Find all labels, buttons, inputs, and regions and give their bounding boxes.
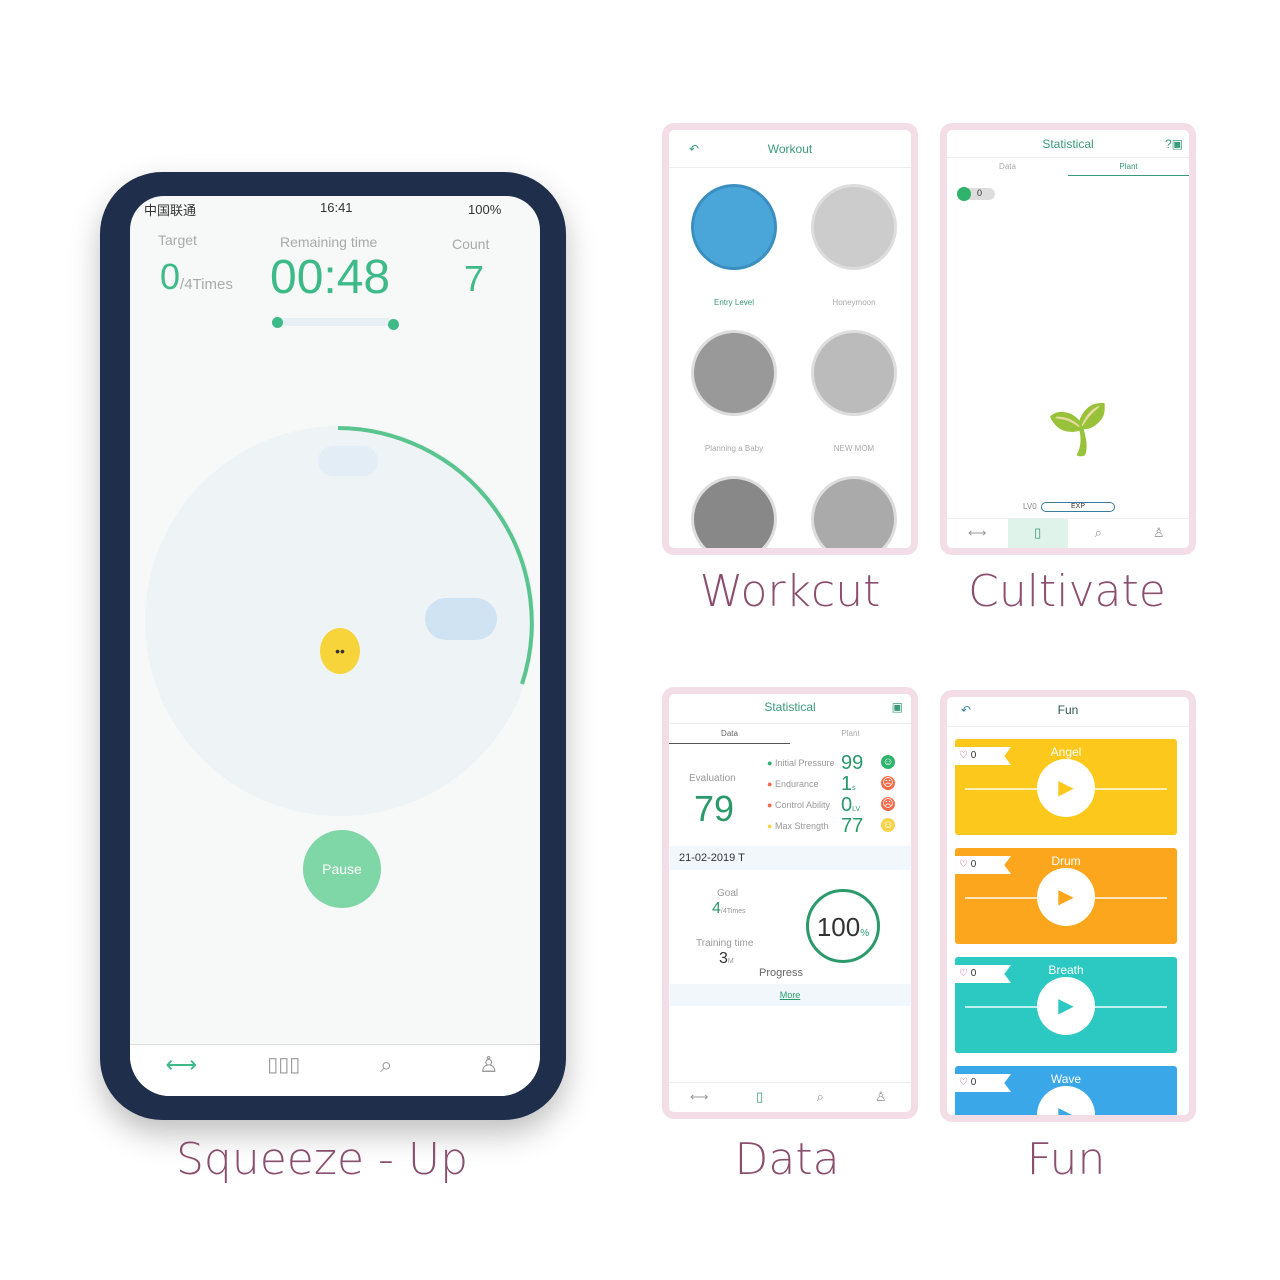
fun-item-angel[interactable]: Angel ♡ 0 ▶	[955, 739, 1177, 835]
avatar[interactable]	[691, 476, 777, 548]
training-label: Training time	[696, 938, 754, 949]
bullet-icon: ●	[767, 800, 773, 810]
heart-icon: ♡	[959, 750, 968, 761]
item-label: NEW MOM	[833, 444, 875, 453]
item-label: Honeymoon	[832, 298, 876, 307]
neutral-face-icon: ☺	[881, 818, 895, 832]
cultivate-screen: Statistical ?▣ Data Plant 0 🌱 LV0 EXP ⟷ ▯ ⌕…	[940, 123, 1196, 555]
toggle-knob	[957, 187, 971, 201]
heart-icon: ♡	[959, 859, 968, 870]
user-icon[interactable]: ♙	[851, 1083, 912, 1112]
bottom-nav: ⟷ ▯ ⌕ ♙	[947, 518, 1189, 548]
item-label: Entry Level	[713, 298, 755, 307]
search-icon[interactable]: ⌕	[790, 1083, 851, 1112]
date: 21-02-2019 T	[669, 846, 911, 870]
evaluation-label: Evaluation	[689, 773, 736, 784]
more-link[interactable]: More	[669, 984, 911, 1006]
bullet-icon: ●	[767, 758, 773, 768]
user-icon[interactable]: ♙	[438, 1045, 541, 1096]
metric-value: 99	[841, 752, 864, 774]
workout-screen: ↶ Workout Entry Level Honeymoon Planning …	[662, 123, 918, 555]
back-icon[interactable]: ↶	[689, 130, 699, 168]
bottom-nav: ⟷ ▯ ⌕ ♙	[669, 1082, 911, 1112]
goal-label: Goal	[717, 888, 739, 899]
metric-row: ● Max Strength	[767, 821, 829, 831]
bird-character: ••	[320, 628, 360, 674]
play-icon[interactable]: ▶	[1037, 1086, 1095, 1115]
avatar-entry-level[interactable]	[691, 184, 777, 270]
metric-row: ● Endurance	[767, 779, 819, 789]
plant-icon: 🌱	[1047, 401, 1110, 457]
search-icon[interactable]: ⌕	[335, 1045, 438, 1096]
progress-label: Progress	[759, 967, 804, 979]
bullet-icon: ●	[767, 821, 773, 831]
exp-bar: EXP	[1041, 502, 1115, 512]
like-badge[interactable]: ♡ 0	[955, 1074, 1011, 1092]
caption-cultivate: Cultivate	[968, 566, 1166, 617]
back-icon[interactable]: ↶	[961, 697, 971, 723]
dumbbell-icon[interactable]: ⟷	[947, 519, 1008, 548]
metric-value: 77	[841, 815, 864, 837]
tab-data[interactable]: Data	[669, 724, 790, 744]
progress-ring: 100%	[806, 889, 880, 963]
workout-header: ↶ Workout	[669, 130, 911, 168]
metric-value: 0LV	[841, 794, 861, 816]
search-icon[interactable]: ⌕	[1068, 519, 1129, 548]
fun-screen: ↶ Fun Angel ♡ 0 ▶ Drum ♡ 0 ▶ Breath ♡ 0 ▶…	[940, 690, 1196, 1122]
fun-item-breath[interactable]: Breath ♡ 0 ▶	[955, 957, 1177, 1053]
training-value: 3M	[719, 950, 734, 967]
data-screen: Statistical ▣ Data Plant Evaluation 79 ● …	[662, 687, 918, 1119]
caption-fun: Fun	[1026, 1134, 1106, 1185]
avatar-planning-baby[interactable]	[691, 330, 777, 416]
goal-value: 4/4Times	[712, 900, 746, 917]
play-icon[interactable]: ▶	[1037, 759, 1095, 817]
fun-item-drum[interactable]: Drum ♡ 0 ▶	[955, 848, 1177, 944]
heart-icon: ♡	[959, 1077, 968, 1088]
bottom-nav: ⟷ ▯▯▯ ⌕ ♙	[130, 1044, 540, 1096]
cloud	[425, 598, 497, 640]
item-label: Planning a Baby	[704, 444, 764, 453]
calendar-icon[interactable]: ▣	[892, 694, 903, 720]
sad-face-icon: ☹	[881, 797, 895, 811]
play-icon[interactable]: ▶	[1037, 868, 1095, 926]
waveform	[965, 1115, 1167, 1117]
avatar-new-mom[interactable]	[811, 330, 897, 416]
title: Statistical	[764, 700, 816, 714]
tabs: Data Plant	[947, 158, 1189, 176]
metric-value: 1s	[841, 773, 856, 795]
heart-icon: ♡	[959, 968, 968, 979]
level: LV0	[1023, 502, 1037, 511]
caption-squeeze: Squeeze - Up	[175, 1134, 469, 1185]
fun-item-wave[interactable]: Wave ♡ 0 ▶	[955, 1066, 1177, 1117]
title: Statistical	[1042, 137, 1094, 151]
sad-face-icon: ☹	[881, 776, 895, 790]
like-badge[interactable]: ♡ 0	[955, 965, 1011, 983]
pause-button[interactable]: Pause	[303, 830, 381, 908]
metric-row: ● Initial Pressure	[767, 758, 835, 768]
avatar[interactable]	[811, 476, 897, 548]
happy-face-icon: ☺	[881, 755, 895, 769]
tab-plant[interactable]: Plant	[790, 724, 911, 744]
metric-row: ● Control Ability	[767, 800, 830, 810]
bullet-icon: ●	[767, 779, 773, 789]
bar-chart-icon[interactable]: ▯	[1007, 519, 1068, 548]
user-icon[interactable]: ♙	[1129, 519, 1190, 548]
like-badge[interactable]: ♡ 0	[955, 856, 1011, 874]
like-badge[interactable]: ♡ 0	[955, 747, 1011, 765]
dumbbell-icon[interactable]: ⟷	[130, 1045, 233, 1096]
tab-plant[interactable]: Plant	[1068, 158, 1189, 176]
caption-data: Data	[734, 1134, 840, 1185]
help-icon[interactable]: ?▣	[1165, 130, 1183, 158]
caption-workout: Workcut	[699, 566, 881, 617]
evaluation-value: 79	[694, 788, 735, 829]
cloud	[318, 446, 378, 476]
bar-chart-icon[interactable]: ▯▯▯	[233, 1045, 336, 1096]
avatar-honeymoon[interactable]	[811, 184, 897, 270]
bar-chart-icon[interactable]: ▯	[730, 1083, 791, 1112]
tab-data[interactable]: Data	[947, 158, 1068, 176]
play-icon[interactable]: ▶	[1037, 977, 1095, 1035]
squeeze-screen: 中国联通 16:41 100% Target 0/4Times Remainin…	[130, 196, 540, 1096]
dumbbell-icon[interactable]: ⟷	[669, 1083, 730, 1112]
